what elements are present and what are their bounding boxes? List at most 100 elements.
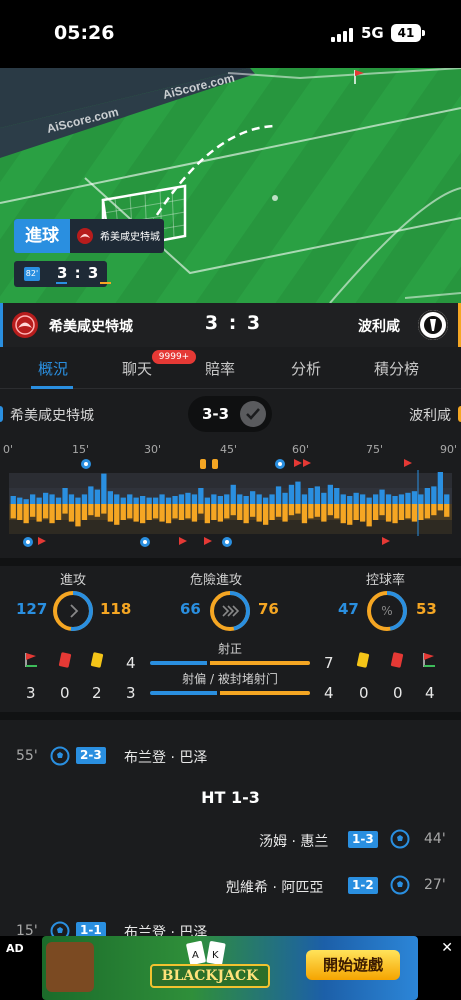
ad-game-title: BLACKJACK (150, 964, 270, 988)
half-time-score: HT 1-3 (201, 788, 260, 807)
momentum-home-bar (36, 497, 42, 504)
momentum-chart[interactable]: 0' 15' 30' 45' 60' 75' 90' (0, 440, 461, 560)
momentum-home-bar (159, 494, 165, 504)
momentum-home-bar (211, 494, 217, 504)
momentum-away-bar (49, 504, 55, 524)
momentum-away-bar (55, 504, 62, 520)
battery-tip (422, 30, 425, 36)
live-score: 3 : 3 (57, 264, 100, 282)
dangerous-attacks-label: 危險進攻 (190, 573, 243, 588)
goal-ball-icon (390, 829, 410, 849)
momentum-home-bar (301, 494, 308, 504)
on-target-home: 4 (126, 654, 136, 672)
event-score: 1-2 (348, 877, 378, 894)
close-icon[interactable]: ✕ (441, 940, 453, 956)
event-markers-top (81, 459, 412, 469)
event-player[interactable]: 布兰登 · 巴泽 (124, 747, 207, 767)
momentum-home-bar (385, 494, 392, 504)
live-pitch[interactable]: AiScore.com AiScore.com 進球 希美咸史特城 82' 3 … (0, 68, 461, 303)
away-score-underline (100, 282, 111, 284)
event-player[interactable]: 汤姆 · 惠兰 (259, 831, 328, 851)
status-bar: 05:26 5G 41 (0, 0, 461, 68)
possession-away: 53 (416, 600, 437, 618)
momentum-home-bar (379, 489, 385, 504)
momentum-home-bar (282, 492, 288, 504)
momentum-away-bar (405, 504, 411, 519)
momentum-home-bar (327, 484, 333, 504)
momentum-away-bar (185, 504, 191, 519)
tab-standings[interactable]: 積分榜 (374, 358, 419, 379)
momentum-home-bar (360, 494, 366, 504)
tab-bar: 概況 聊天 賠率 分析 積分榜 (0, 347, 461, 389)
event-player[interactable]: 剋維希 · 阿匹亞 (226, 877, 323, 897)
away-crest-icon[interactable] (418, 310, 448, 340)
momentum-away-bar (133, 504, 139, 522)
away-red-cards: 0 (393, 684, 403, 702)
momentum-home-bar (347, 496, 353, 504)
event-score: 2-3 (76, 747, 106, 764)
momentum-home-bar (373, 494, 379, 504)
ad-cta-button[interactable]: 開始遊戲 (306, 950, 400, 980)
corner-flag-icon (25, 653, 37, 667)
event-minute: 15' (16, 923, 38, 936)
momentum-home-bar (127, 494, 133, 504)
momentum-home-bar (153, 497, 159, 504)
momentum-home-bar (198, 488, 204, 504)
momentum-home-bar (178, 494, 185, 504)
momentum-home-bar (101, 473, 107, 504)
momentum-home-bar (250, 491, 256, 504)
away-team-name[interactable]: 波利咸 (358, 316, 400, 336)
svg-text:%: % (381, 604, 392, 618)
stats-panel: 進攻 危險進攻 控球率 127 118 66 76 47 % 53 4 射正 7 (0, 566, 461, 712)
goal-ball-icon (50, 746, 70, 766)
momentum-away-bar (444, 504, 450, 517)
momentum-away-bar (36, 504, 42, 522)
momentum-home-bar (68, 494, 75, 504)
tab-odds[interactable]: 賠率 (205, 358, 235, 379)
event-timeline: 55' 2-3 布兰登 · 巴泽 HT 1-3 汤姆 · 惠兰 1-3 44' … (0, 720, 461, 936)
ad-banner[interactable]: AD A K BLACKJACK 開始遊戲 ✕ (0, 936, 461, 1000)
momentum-away-bar (140, 504, 146, 524)
momentum-home-bar (431, 486, 437, 504)
momentum-away-bar (237, 504, 243, 520)
yellow-card-icon (90, 652, 104, 668)
momentum-away-bar (411, 504, 418, 522)
momentum-home-bar (418, 494, 424, 504)
momentum-home-bar (269, 494, 275, 504)
momentum-away-bar (314, 504, 320, 517)
momentum-away-bar (159, 504, 165, 522)
momentum-away-bar (340, 504, 346, 524)
momentum-home-bar (120, 497, 126, 504)
momentum-home-bar (204, 497, 210, 504)
tab-overview[interactable]: 概況 (38, 358, 68, 379)
match-summary-row: 希美咸史特城 3-3 波利咸 (0, 390, 461, 438)
event-player[interactable]: 布兰登 · 巴泽 (124, 922, 207, 936)
momentum-away-bar (94, 504, 100, 517)
momentum-home-bar (392, 496, 398, 504)
event-minute: 44' (424, 831, 446, 847)
match-page: 05:26 5G 41 AiScore.com AiScore.com 進球 希… (0, 0, 461, 1000)
tab-analysis[interactable]: 分析 (291, 358, 321, 379)
momentum-home-bar (23, 499, 29, 504)
summary-home-name: 希美咸史特城 (10, 408, 94, 424)
momentum-away-bar (178, 504, 185, 520)
clock: 05:26 (54, 22, 115, 44)
momentum-home-bar (62, 488, 68, 504)
momentum-away-bar (146, 504, 152, 520)
momentum-away-bar (224, 504, 230, 519)
ad-creative[interactable]: A K BLACKJACK 開始遊戲 (42, 936, 418, 1000)
momentum-away-bar (62, 504, 68, 514)
goal-ball-icon (50, 921, 70, 936)
momentum-away-bar (301, 504, 308, 524)
tab-chat[interactable]: 聊天 (122, 358, 152, 379)
off-target-bar (150, 691, 310, 695)
battery-icon: 41 (391, 24, 421, 42)
home-corners: 3 (26, 684, 36, 702)
section-separator (0, 558, 461, 566)
svg-text:A: A (192, 950, 199, 961)
momentum-away-bar (334, 504, 340, 519)
momentum-away-bar (153, 504, 159, 519)
momentum-away-bar (198, 504, 204, 514)
momentum-away-bar (250, 504, 256, 517)
momentum-away-bar (120, 504, 126, 520)
